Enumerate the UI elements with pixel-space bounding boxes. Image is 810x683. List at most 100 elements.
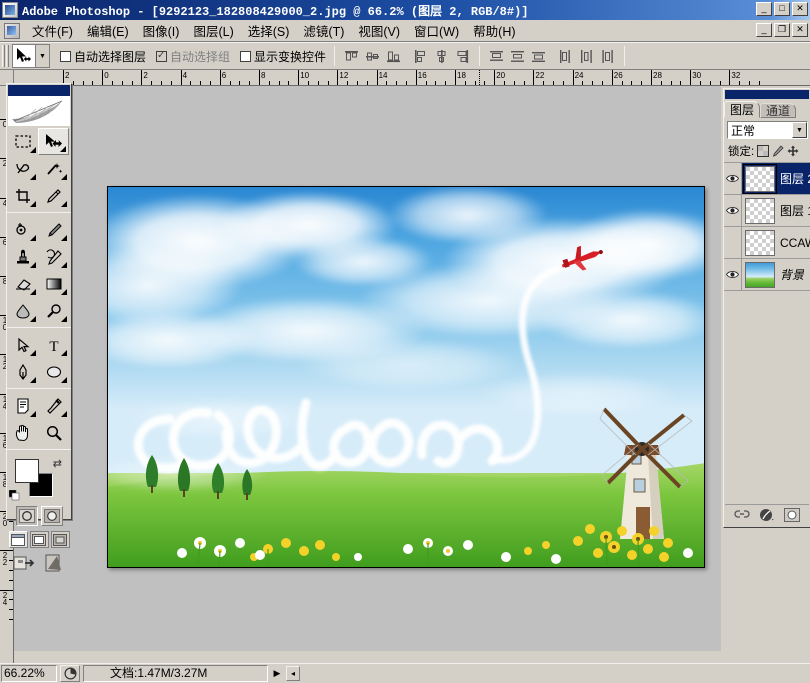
menu-item-layer[interactable]: 图层(L) xyxy=(186,19,240,42)
options-bar-grip[interactable] xyxy=(2,45,9,67)
image-canvas[interactable] xyxy=(107,186,705,568)
full-screen-mode-icon[interactable] xyxy=(51,531,70,548)
full-screen-with-menubar-icon[interactable] xyxy=(30,531,49,548)
lock-transparent-pixels-icon[interactable] xyxy=(757,145,769,157)
menu-item-edit[interactable]: 编辑(E) xyxy=(80,19,136,42)
path-selection-tool[interactable] xyxy=(7,331,38,358)
menu-item-help[interactable]: 帮助(H) xyxy=(466,19,522,42)
pie-preview-icon[interactable] xyxy=(60,665,80,682)
tab-channels[interactable]: 通道 xyxy=(760,103,796,118)
horizontal-ruler[interactable]: 202468101214161820222426283032 xyxy=(0,70,810,86)
show-transform-controls-checkbox[interactable] xyxy=(240,51,251,62)
magic-wand-tool[interactable] xyxy=(38,155,69,182)
document-work-area[interactable] xyxy=(14,86,721,651)
toolbox-title-bar[interactable] xyxy=(8,85,70,96)
layer-mask-icon[interactable] xyxy=(784,508,800,523)
layer-style-icon[interactable] xyxy=(759,508,775,523)
tab-layers[interactable]: 图层 xyxy=(724,101,760,118)
current-tool-icon[interactable] xyxy=(12,44,36,68)
layer-visibility-toggle[interactable] xyxy=(724,259,742,290)
distribute-bottom-edges-icon[interactable] xyxy=(530,48,547,65)
menu-item-window[interactable]: 窗口(W) xyxy=(407,19,466,42)
layer-visibility-toggle[interactable] xyxy=(724,163,742,194)
standard-mask-mode-icon[interactable] xyxy=(16,506,38,526)
zoom-tool[interactable] xyxy=(38,419,69,446)
dodge-tool[interactable] xyxy=(38,297,69,324)
tool-preset-dropdown[interactable]: ▼ xyxy=(36,44,50,68)
layer-visibility-toggle[interactable] xyxy=(724,195,742,226)
align-vertical-centers-icon[interactable] xyxy=(364,48,381,65)
document-minimize-button[interactable]: _ xyxy=(756,23,772,37)
distribute-horizontal-centers-icon[interactable] xyxy=(578,48,595,65)
close-button[interactable]: ✕ xyxy=(792,2,808,16)
distribute-vertical-centers-icon[interactable] xyxy=(509,48,526,65)
link-layers-icon[interactable] xyxy=(734,508,750,523)
show-transform-controls-option[interactable]: 显示变换控件 xyxy=(240,48,326,65)
layer-thumbnail[interactable] xyxy=(745,166,775,192)
maximize-button[interactable]: □ xyxy=(774,2,790,16)
zoom-level-field[interactable]: 66.22% xyxy=(1,665,57,682)
type-tool[interactable]: T xyxy=(38,331,69,358)
document-icon[interactable] xyxy=(4,23,20,39)
gradient-tool[interactable] xyxy=(38,270,69,297)
table-row[interactable]: 图层 2 xyxy=(724,163,810,195)
table-row[interactable]: 背景 xyxy=(724,259,810,291)
standard-screen-mode-icon[interactable] xyxy=(9,531,28,548)
healing-brush-tool[interactable] xyxy=(7,216,38,243)
layer-thumbnail[interactable] xyxy=(745,198,775,224)
menu-item-filter[interactable]: 滤镜(T) xyxy=(296,19,351,42)
layers-panel-title-bar[interactable] xyxy=(725,90,809,99)
default-colors-icon[interactable] xyxy=(9,490,20,501)
crop-tool[interactable] xyxy=(7,182,38,209)
blend-mode-dropdown[interactable]: 正常 ▼ xyxy=(727,121,808,139)
layer-visibility-toggle[interactable] xyxy=(724,227,742,258)
menu-item-select[interactable]: 选择(S) xyxy=(241,19,297,42)
distribute-right-edges-icon[interactable] xyxy=(599,48,616,65)
toolbox-panel[interactable]: T xyxy=(6,83,72,520)
auto-select-layer-checkbox[interactable] xyxy=(60,51,71,62)
align-left-edges-icon[interactable] xyxy=(412,48,429,65)
foreground-color-swatch[interactable] xyxy=(15,459,39,483)
minimize-button[interactable]: _ xyxy=(756,2,772,16)
lock-image-pixels-icon[interactable] xyxy=(772,145,784,157)
status-scroll-grip[interactable]: ◂ xyxy=(286,666,300,681)
lock-position-icon[interactable] xyxy=(787,145,799,157)
slice-tool[interactable] xyxy=(38,182,69,209)
eraser-tool[interactable] xyxy=(7,270,38,297)
document-restore-button[interactable]: ❐ xyxy=(774,23,790,37)
chevron-down-icon[interactable]: ▼ xyxy=(792,122,807,138)
auto-select-layer-option[interactable]: 自动选择图层 xyxy=(60,48,146,65)
marquee-tool[interactable] xyxy=(7,128,38,155)
clone-stamp-tool[interactable] xyxy=(7,243,38,270)
table-row[interactable]: 图层 1 xyxy=(724,195,810,227)
align-bottom-edges-icon[interactable] xyxy=(385,48,402,65)
shape-tool[interactable] xyxy=(38,358,69,385)
menu-item-file[interactable]: 文件(F) xyxy=(25,19,80,42)
notes-tool[interactable] xyxy=(7,392,38,419)
align-top-edges-icon[interactable] xyxy=(343,48,360,65)
lasso-tool[interactable] xyxy=(7,155,38,182)
jump-to-illustrator-icon[interactable] xyxy=(43,553,65,573)
hand-tool[interactable] xyxy=(7,419,38,446)
distribute-top-edges-icon[interactable] xyxy=(488,48,505,65)
brush-tool[interactable] xyxy=(38,216,69,243)
jump-to-imageready-icon[interactable] xyxy=(13,553,37,573)
move-tool[interactable] xyxy=(38,128,69,155)
document-close-button[interactable]: ✕ xyxy=(792,23,808,37)
pen-tool[interactable] xyxy=(7,358,38,385)
menu-item-view[interactable]: 视图(V) xyxy=(351,19,407,42)
align-horizontal-centers-icon[interactable] xyxy=(433,48,450,65)
swap-colors-icon[interactable]: ⇄ xyxy=(53,457,62,470)
blur-tool[interactable] xyxy=(7,297,38,324)
status-menu-arrow-icon[interactable]: ▶ xyxy=(270,665,284,682)
layer-thumbnail[interactable] xyxy=(745,262,775,288)
distribute-left-edges-icon[interactable] xyxy=(557,48,574,65)
align-right-edges-icon[interactable] xyxy=(454,48,471,65)
quick-mask-mode-icon[interactable] xyxy=(41,506,63,526)
menu-item-image[interactable]: 图像(I) xyxy=(136,19,187,42)
layers-panel[interactable]: 图层 通道 正常 ▼ 锁定: 图层 2 xyxy=(723,88,810,528)
history-brush-tool[interactable] xyxy=(38,243,69,270)
table-row[interactable]: CCAW xyxy=(724,227,810,259)
eyedropper-tool[interactable] xyxy=(38,392,69,419)
layer-thumbnail[interactable] xyxy=(745,230,775,256)
